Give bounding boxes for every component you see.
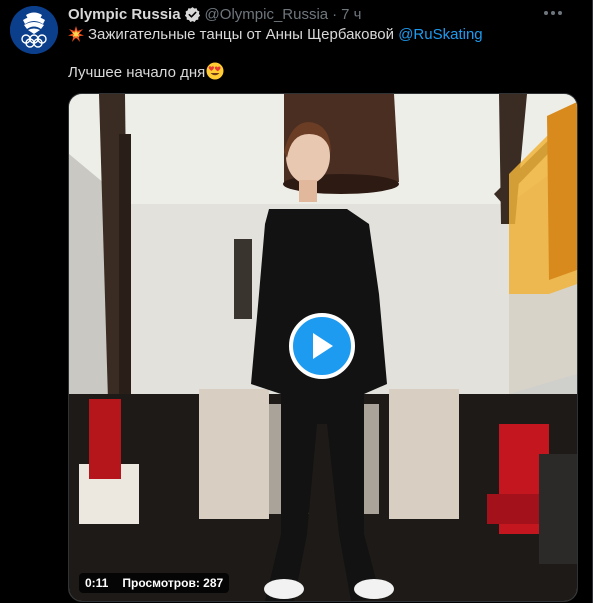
user-handle[interactable]: @Olympic_Russia	[205, 6, 329, 23]
tweet-text-line-2: Лучшее начало дня	[68, 62, 224, 82]
video-duration: 0:11	[85, 576, 109, 590]
view-count: Просмотров: 287	[122, 576, 224, 590]
separator-dot: ·	[332, 5, 338, 23]
display-name[interactable]: Olympic Russia	[68, 6, 181, 23]
play-icon	[313, 333, 333, 359]
smiling-face-heart-eyes-emoji	[206, 62, 224, 86]
tweet-text-line-1: Зажигательные танцы от Анны Щербаковой @…	[68, 25, 578, 45]
tweet-timestamp[interactable]: 7 ч	[341, 6, 361, 23]
collision-emoji	[68, 26, 84, 48]
mention-link[interactable]: @RuSkating	[398, 26, 482, 43]
more-options-button[interactable]	[538, 2, 568, 24]
more-horizontal-icon	[544, 11, 562, 15]
video-player[interactable]: 0:11 Просмотров: 287	[68, 93, 578, 602]
play-button[interactable]	[289, 313, 355, 379]
verified-badge-icon	[184, 6, 201, 23]
avatar[interactable]	[10, 6, 58, 54]
tweet-header: Olympic Russia @Olympic_Russia · 7 ч	[68, 4, 578, 24]
olympic-russia-logo	[10, 6, 58, 54]
tweet-text-2: Лучшее начало дня	[68, 64, 206, 81]
tweet-text: Зажигательные танцы от Анны Щербаковой	[88, 26, 395, 43]
video-info-overlay: 0:11 Просмотров: 287	[79, 573, 230, 593]
